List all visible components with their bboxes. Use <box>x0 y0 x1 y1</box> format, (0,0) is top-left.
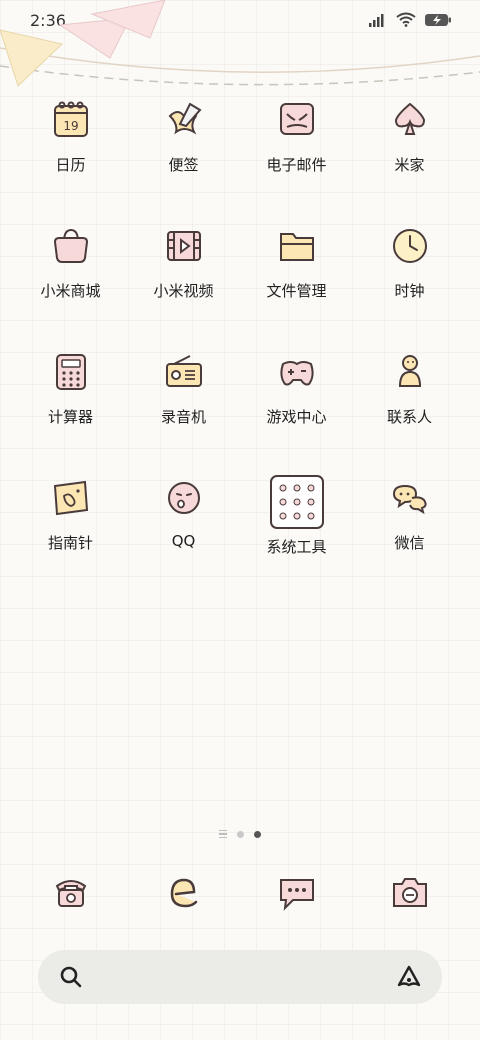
app-label: 小米商城 <box>40 282 101 300</box>
app-file-manager[interactable]: 文件管理 <box>240 222 353 348</box>
app-label: 小米视频 <box>153 282 214 300</box>
page-menu-icon <box>219 830 227 838</box>
qq-icon <box>160 474 208 522</box>
app-grid: 19 日历 便签 电子邮件 米家 小米商城 小米视频 文件管理 时钟 计算器 录… <box>14 96 466 600</box>
person-icon <box>386 348 434 396</box>
status-bar: 2:36 <box>0 0 480 40</box>
app-label: 微信 <box>394 534 425 552</box>
search-icon[interactable] <box>58 964 84 990</box>
app-notes[interactable]: 便签 <box>127 96 240 222</box>
status-time: 2:36 <box>30 11 66 30</box>
gamepad-icon <box>273 348 321 396</box>
message-icon[interactable] <box>273 868 321 916</box>
app-mi-video[interactable]: 小米视频 <box>127 222 240 348</box>
app-calendar[interactable]: 19 日历 <box>14 96 127 222</box>
app-recorder[interactable]: 录音机 <box>127 348 240 474</box>
app-system-tools[interactable]: 系统工具 <box>240 474 353 600</box>
assistant-icon[interactable] <box>396 964 422 990</box>
shopping-bag-icon <box>47 222 95 270</box>
status-icons <box>368 12 452 27</box>
radio-icon <box>160 348 208 396</box>
map-icon <box>47 474 95 522</box>
app-game-center[interactable]: 游戏中心 <box>240 348 353 474</box>
app-label: 系统工具 <box>266 538 327 556</box>
app-label: 指南针 <box>47 534 93 552</box>
calculator-icon <box>47 348 95 396</box>
search-bar[interactable] <box>38 950 442 1004</box>
page-dot <box>237 830 244 838</box>
app-label: 时钟 <box>394 282 425 300</box>
app-label: 游戏中心 <box>266 408 327 426</box>
app-clock[interactable]: 时钟 <box>353 222 466 348</box>
mail-icon <box>273 96 321 144</box>
signal-icon <box>369 13 384 27</box>
folder-grid-icon <box>269 474 325 530</box>
phone-icon[interactable] <box>47 868 95 916</box>
app-mijia[interactable]: 米家 <box>353 96 466 222</box>
app-label: 便签 <box>168 156 199 174</box>
dock <box>14 868 466 916</box>
app-label: 文件管理 <box>266 282 327 300</box>
app-calculator[interactable]: 计算器 <box>14 348 127 474</box>
app-label: 米家 <box>394 156 425 174</box>
app-label: 录音机 <box>160 408 206 426</box>
app-wechat[interactable]: 微信 <box>353 474 466 600</box>
app-contacts[interactable]: 联系人 <box>353 348 466 474</box>
browser-icon[interactable] <box>160 868 208 916</box>
app-email[interactable]: 电子邮件 <box>240 96 353 222</box>
calendar-icon: 19 <box>47 96 95 144</box>
app-compass[interactable]: 指南针 <box>14 474 127 600</box>
battery-charging-icon <box>425 13 451 26</box>
folder-icon <box>273 222 321 270</box>
clock-icon <box>386 222 434 270</box>
film-icon <box>160 222 208 270</box>
app-qq[interactable]: QQ <box>127 474 240 600</box>
notes-icon <box>160 96 208 144</box>
app-label: QQ <box>171 532 196 550</box>
app-label: 计算器 <box>47 408 93 426</box>
wifi-icon <box>396 12 416 27</box>
chat-bubbles-icon <box>386 474 434 522</box>
page-indicator[interactable] <box>0 830 480 838</box>
calendar-day: 19 <box>63 119 78 133</box>
spade-icon <box>386 96 434 144</box>
app-label: 联系人 <box>386 408 432 426</box>
camera-icon[interactable] <box>386 868 434 916</box>
app-label: 电子邮件 <box>266 156 327 174</box>
page-dot-active <box>254 830 261 838</box>
app-mi-store[interactable]: 小米商城 <box>14 222 127 348</box>
app-label: 日历 <box>55 156 86 174</box>
